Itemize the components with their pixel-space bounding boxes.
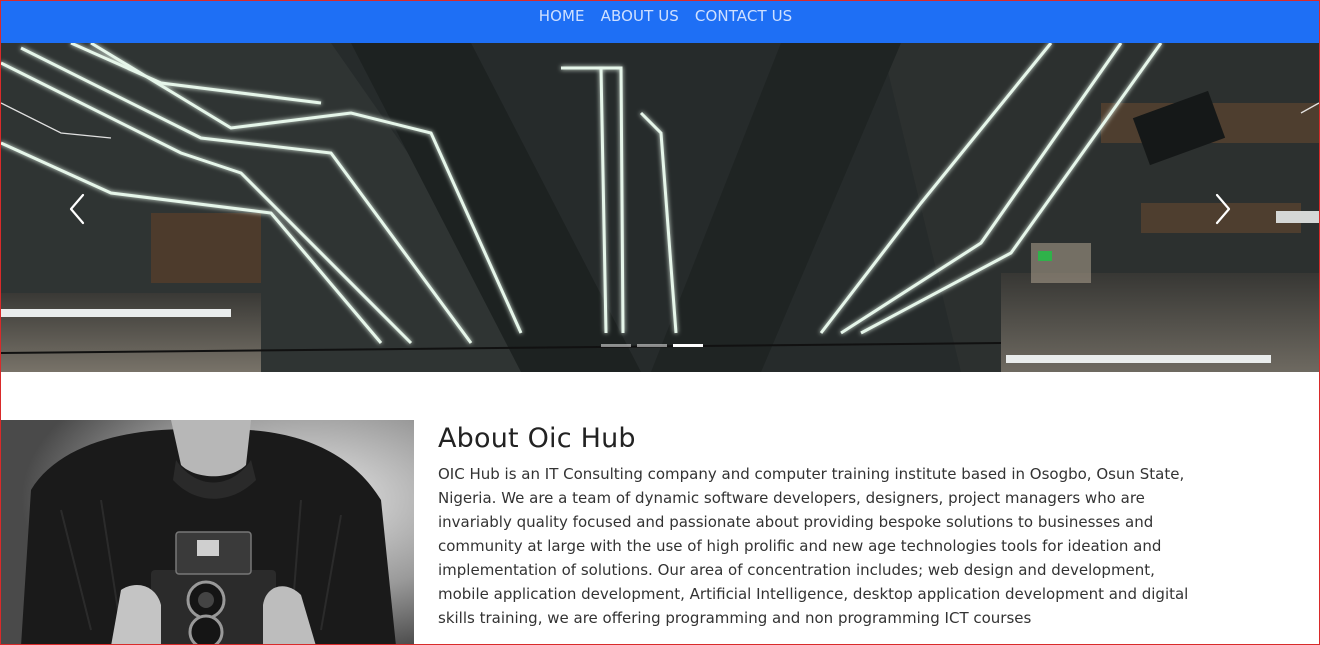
top-navbar: HOME ABOUT US CONTACT US: [1, 1, 1319, 43]
carousel-prev-button[interactable]: [63, 189, 91, 229]
about-body-text: OIC Hub is an IT Consulting company and …: [438, 465, 1189, 627]
about-photo: [1, 420, 414, 644]
hero-carousel: [1, 43, 1319, 372]
chevron-right-icon: [1215, 193, 1231, 225]
page-frame: HOME ABOUT US CONTACT US About Oic Hub O…: [0, 0, 1320, 645]
carousel-indicator-2[interactable]: [637, 344, 667, 347]
nav-about-link[interactable]: ABOUT US: [601, 7, 679, 25]
nav-contact-link[interactable]: CONTACT US: [695, 7, 792, 25]
carousel-next-button[interactable]: [1209, 189, 1237, 229]
nav-links: HOME ABOUT US CONTACT US: [539, 7, 793, 25]
carousel-indicator-1[interactable]: [601, 344, 631, 347]
chevron-left-icon: [69, 193, 85, 225]
photographer-image: [1, 420, 414, 644]
about-section: About Oic Hub OIC Hub is an IT Consultin…: [438, 421, 1208, 630]
carousel-indicator-3[interactable]: [673, 344, 703, 347]
carousel-indicators: [601, 344, 703, 347]
nav-home-link[interactable]: HOME: [539, 7, 585, 25]
carousel-slide-image: [1, 43, 1319, 372]
about-title: About Oic Hub: [438, 423, 636, 454]
